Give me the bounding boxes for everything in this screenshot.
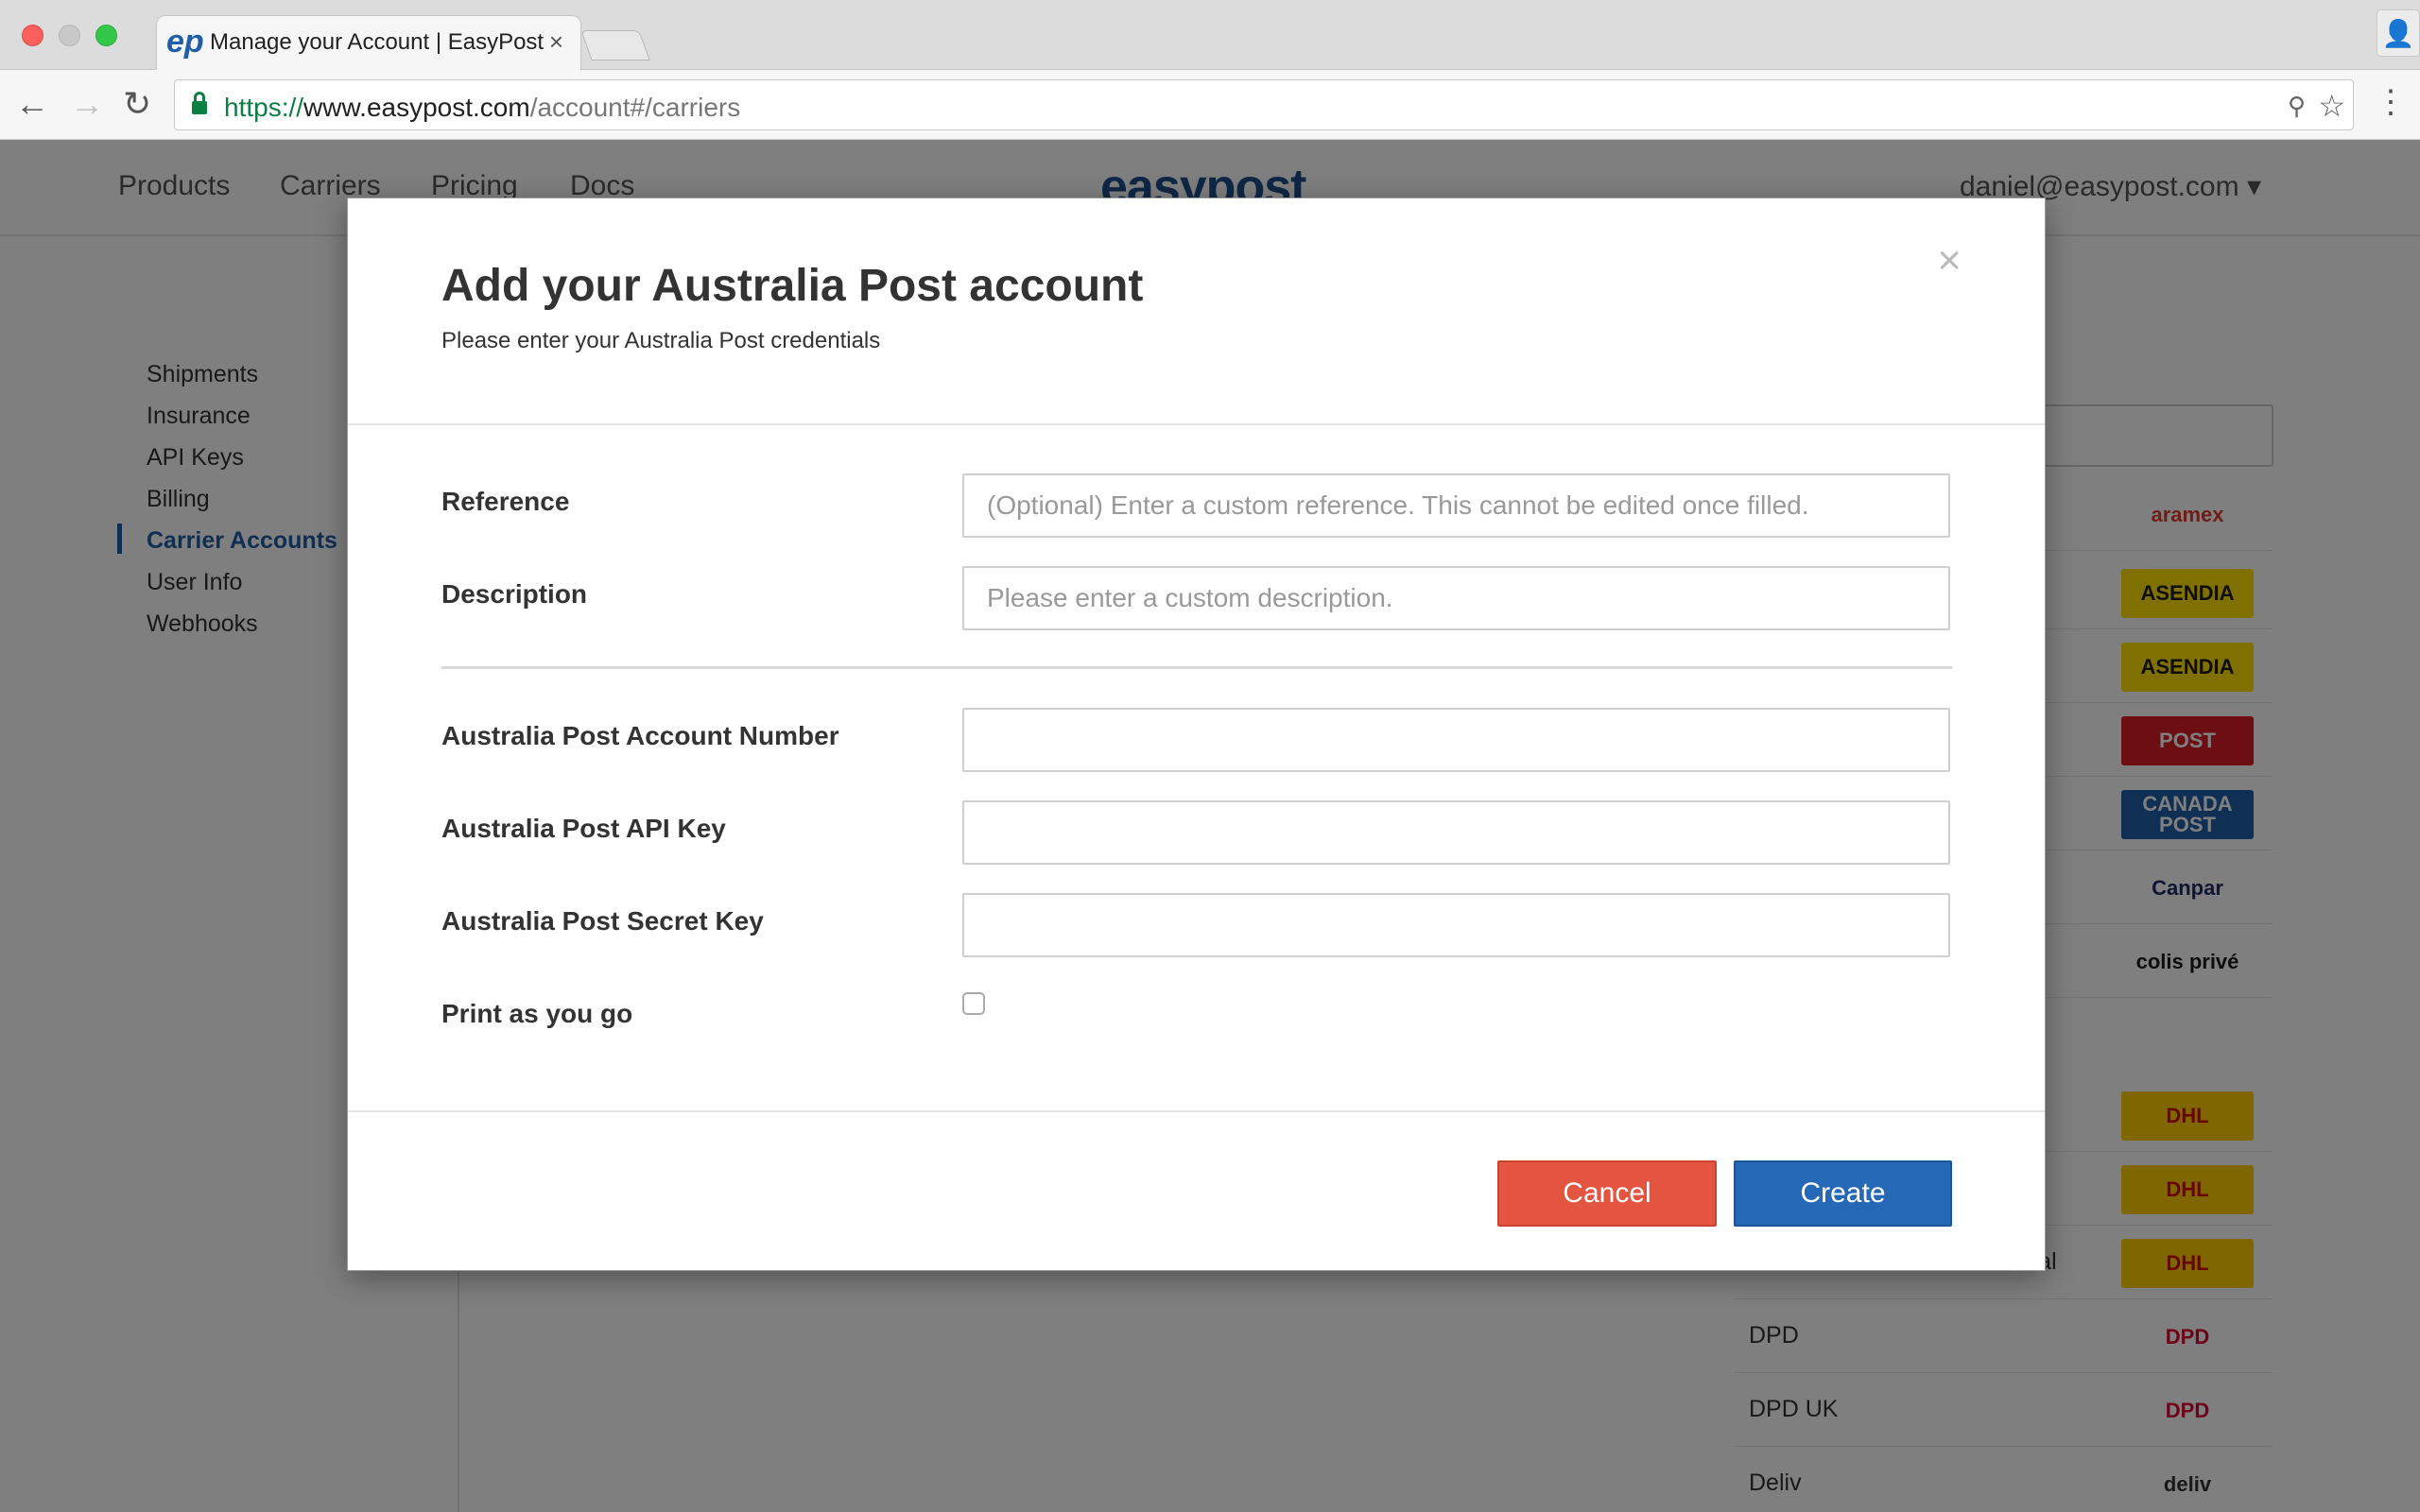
profile-glyph: 👤 [2381,18,2415,48]
account-number-input[interactable] [962,708,1950,772]
bookmark-star-icon[interactable]: ☆ [2318,88,2345,124]
modal-title: Add your Australia Post account [441,261,1144,311]
window-minimize-button[interactable] [59,25,80,46]
cancel-button[interactable]: Cancel [1497,1160,1717,1227]
footer-divider [348,1110,2045,1112]
back-arrow-icon[interactable]: ← [15,85,49,123]
profile-icon[interactable]: 👤 [2377,9,2420,57]
description-input[interactable] [962,566,1950,630]
header-divider [348,423,2045,425]
easypost-favicon-icon: ep [166,24,204,60]
api-key-label: Australia Post API Key [441,814,726,843]
address-bar[interactable]: https://www.easypost.com/account#/carrie… [174,79,2354,130]
reference-label: Reference [441,487,570,516]
extension-icon[interactable]: ⚲ [2288,92,2306,121]
modal-subtitle: Please enter your Australia Post credent… [441,328,881,353]
url-host: www.easypost.com [303,93,530,122]
section-divider [441,666,1952,669]
browser-tab[interactable]: ep Manage your Account | EasyPost × [156,15,581,70]
browser-toolbar: ← → ↻ https://www.easypost.com/account#/… [0,70,2420,140]
tab-close-icon[interactable]: × [549,27,563,57]
reference-input[interactable] [962,473,1950,538]
browser-menu-icon[interactable]: ⋮ [2375,83,2407,121]
secret-key-input[interactable] [962,893,1950,957]
secure-lock-icon [192,92,207,114]
url-text: https://www.easypost.com/account#/carrie… [224,93,740,123]
create-button[interactable]: Create [1734,1160,1952,1227]
new-tab-button[interactable] [580,30,650,60]
description-label: Description [441,579,588,609]
browser-tab-bar: ep Manage your Account | EasyPost × 👤 [0,0,2420,70]
url-path: /account#/carriers [529,93,741,122]
window-zoom-button[interactable] [95,25,117,46]
print-as-you-go-label: Print as you go [441,999,633,1028]
reload-icon[interactable]: ↻ [123,85,151,123]
window-close-button[interactable] [22,25,43,46]
print-as-you-go-checkbox[interactable] [962,992,985,1015]
api-key-input[interactable] [962,800,1950,865]
secret-key-label: Australia Post Secret Key [441,906,764,936]
url-scheme: https:// [224,93,304,122]
forward-arrow-icon[interactable]: → [70,85,104,123]
close-icon[interactable]: × [1937,240,1962,282]
add-carrier-modal: × Add your Australia Post account Please… [347,198,2046,1271]
account-number-label: Australia Post Account Number [441,721,839,750]
tab-title: Manage your Account | EasyPost [210,29,544,55]
